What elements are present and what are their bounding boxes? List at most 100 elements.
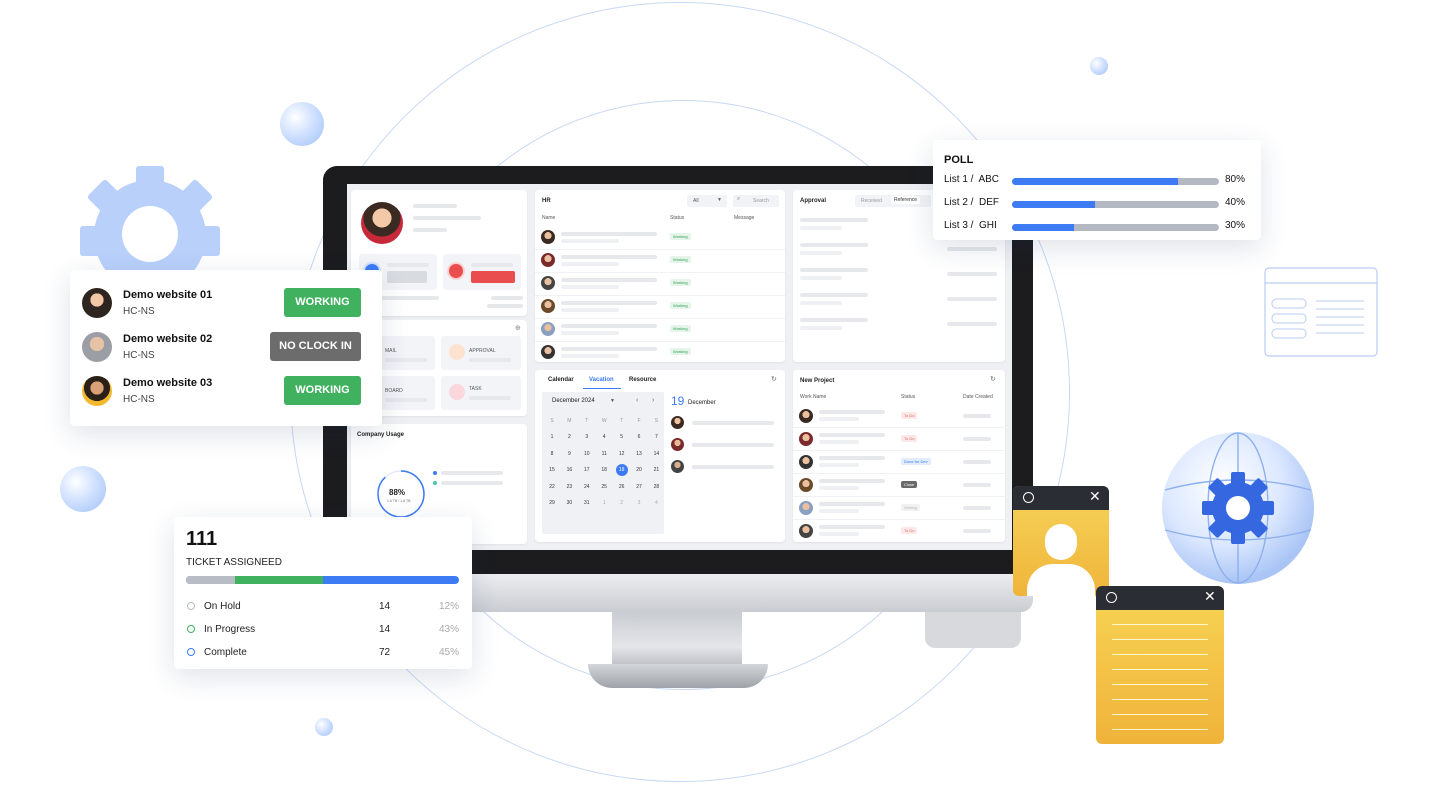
- calendar-day[interactable]: 21: [650, 467, 662, 473]
- poll-item-label: List 1 / ABC: [944, 174, 1000, 185]
- weekday-label: F: [637, 418, 641, 424]
- placeholder-line: [819, 509, 859, 513]
- calendar-day[interactable]: 20: [633, 467, 645, 473]
- status-button[interactable]: WORKING: [284, 376, 361, 405]
- calendar-day[interactable]: 16: [563, 467, 575, 473]
- filter-select[interactable]: All ▼: [687, 195, 727, 207]
- hr-table-row[interactable]: Working: [535, 343, 785, 362]
- new-project-panel: New Project ↻ Work Name Status Date Crea…: [793, 370, 1005, 542]
- status-badge: To Do: [901, 527, 918, 534]
- next-month-icon[interactable]: ›: [652, 397, 654, 404]
- calendar-day[interactable]: 3: [581, 434, 593, 440]
- panel-title: New Project: [800, 378, 835, 384]
- calendar-day[interactable]: 4: [598, 434, 610, 440]
- monitor-foot: [588, 664, 768, 688]
- calendar-day[interactable]: 1: [546, 434, 558, 440]
- dashboard-screen: ⊕ MAIL APPROVAL BOARD TASK Company Usage…: [347, 184, 1012, 550]
- close-icon[interactable]: ✕: [1204, 588, 1216, 605]
- placeholder-line: [469, 396, 511, 400]
- shortcut-task[interactable]: TASK: [441, 376, 521, 410]
- tab-calendar[interactable]: Calendar: [548, 377, 574, 383]
- close-icon[interactable]: ✕: [1089, 488, 1101, 505]
- calendar-day[interactable]: 27: [633, 484, 645, 490]
- calendar-day[interactable]: 1: [598, 500, 610, 506]
- avatar: [799, 455, 813, 469]
- placeholder-bar: [387, 271, 427, 283]
- item-subtitle: HC-NS: [123, 350, 155, 361]
- calendar-day-selected[interactable]: 19: [615, 464, 628, 477]
- project-table-row[interactable]: To Do: [793, 406, 1005, 428]
- calendar-day[interactable]: 26: [616, 484, 628, 490]
- refresh-icon[interactable]: ↻: [990, 375, 996, 383]
- shortcut-approval[interactable]: APPROVAL: [441, 336, 521, 370]
- calendar-day[interactable]: 2: [563, 434, 575, 440]
- calendar-day[interactable]: 8: [546, 451, 558, 457]
- window-titlebar: ✕: [1013, 486, 1109, 510]
- calendar-day[interactable]: 22: [546, 484, 558, 490]
- search-placeholder: Search: [753, 198, 769, 204]
- calendar-day[interactable]: 5: [616, 434, 628, 440]
- calendar-day[interactable]: 12: [616, 451, 628, 457]
- project-table-row[interactable]: To Do: [793, 429, 1005, 451]
- placeholder-line: [819, 525, 885, 529]
- weekday-label: W: [601, 418, 607, 424]
- calendar-day[interactable]: 29: [546, 500, 558, 506]
- tab-reference[interactable]: Reference: [891, 196, 921, 204]
- calendar-day[interactable]: 23: [563, 484, 575, 490]
- approval-row[interactable]: [793, 241, 1005, 263]
- project-table-row[interactable]: Done for Dev: [793, 452, 1005, 474]
- calendar-day[interactable]: 6: [633, 434, 645, 440]
- calendar-day[interactable]: 17: [581, 467, 593, 473]
- calendar-day[interactable]: 2: [616, 500, 628, 506]
- calendar-day[interactable]: 14: [650, 451, 662, 457]
- hr-table-row[interactable]: Working: [535, 274, 785, 296]
- calendar-day[interactable]: 24: [581, 484, 593, 490]
- prev-month-icon[interactable]: ‹: [636, 397, 638, 404]
- month-label[interactable]: December 2024: [552, 398, 595, 404]
- calendar-day[interactable]: 18: [598, 467, 610, 473]
- calendar-day[interactable]: 25: [598, 484, 610, 490]
- avatar: [541, 322, 555, 336]
- placeholder-line: [800, 293, 868, 297]
- calendar-day[interactable]: 9: [563, 451, 575, 457]
- calendar-day[interactable]: 31: [581, 500, 593, 506]
- approval-row[interactable]: [793, 291, 1005, 313]
- settings-icon[interactable]: ⊕: [515, 324, 521, 332]
- hr-table-row[interactable]: Working: [535, 228, 785, 250]
- placeholder-line: [469, 358, 511, 362]
- project-table-row[interactable]: Waiting: [793, 498, 1005, 520]
- calendar-day[interactable]: 4: [650, 500, 662, 506]
- tab-received[interactable]: Received: [861, 198, 882, 204]
- calendar-day[interactable]: 15: [546, 467, 558, 473]
- calendar-day[interactable]: 3: [633, 500, 645, 506]
- avatar: [361, 202, 403, 244]
- ticket-row-name: On Hold: [204, 601, 241, 612]
- hr-table-row[interactable]: Working: [535, 251, 785, 273]
- tab-vacation[interactable]: Vacation: [589, 377, 614, 383]
- avatar: [541, 253, 555, 267]
- placeholder-line: [800, 251, 842, 255]
- refresh-icon[interactable]: ↻: [771, 375, 777, 383]
- approval-row[interactable]: [793, 316, 1005, 338]
- status-button[interactable]: WORKING: [284, 288, 361, 317]
- calendar-day[interactable]: 30: [563, 500, 575, 506]
- calendar-day[interactable]: 7: [650, 434, 662, 440]
- hr-table-row[interactable]: Working: [535, 297, 785, 319]
- project-table-row[interactable]: Close: [793, 475, 1005, 497]
- selected-day-number: 19: [671, 394, 685, 408]
- chevron-down-icon[interactable]: ▼: [610, 398, 615, 404]
- project-table-row[interactable]: To Do: [793, 521, 1005, 542]
- tab-resource[interactable]: Resource: [629, 377, 656, 383]
- approval-row[interactable]: [793, 266, 1005, 288]
- placeholder-line: [800, 268, 868, 272]
- placeholder-line: [947, 247, 997, 251]
- search-input[interactable]: ⌕ Search: [733, 195, 779, 207]
- status-button[interactable]: NO CLOCK IN: [270, 332, 361, 361]
- calendar-day[interactable]: 11: [598, 451, 610, 457]
- poll-bar-fill: [1012, 224, 1075, 231]
- calendar-day[interactable]: 28: [650, 484, 662, 490]
- calendar-day[interactable]: 10: [581, 451, 593, 457]
- hr-table-row[interactable]: Working: [535, 320, 785, 342]
- clock-out-tile[interactable]: [443, 254, 521, 290]
- calendar-day[interactable]: 13: [633, 451, 645, 457]
